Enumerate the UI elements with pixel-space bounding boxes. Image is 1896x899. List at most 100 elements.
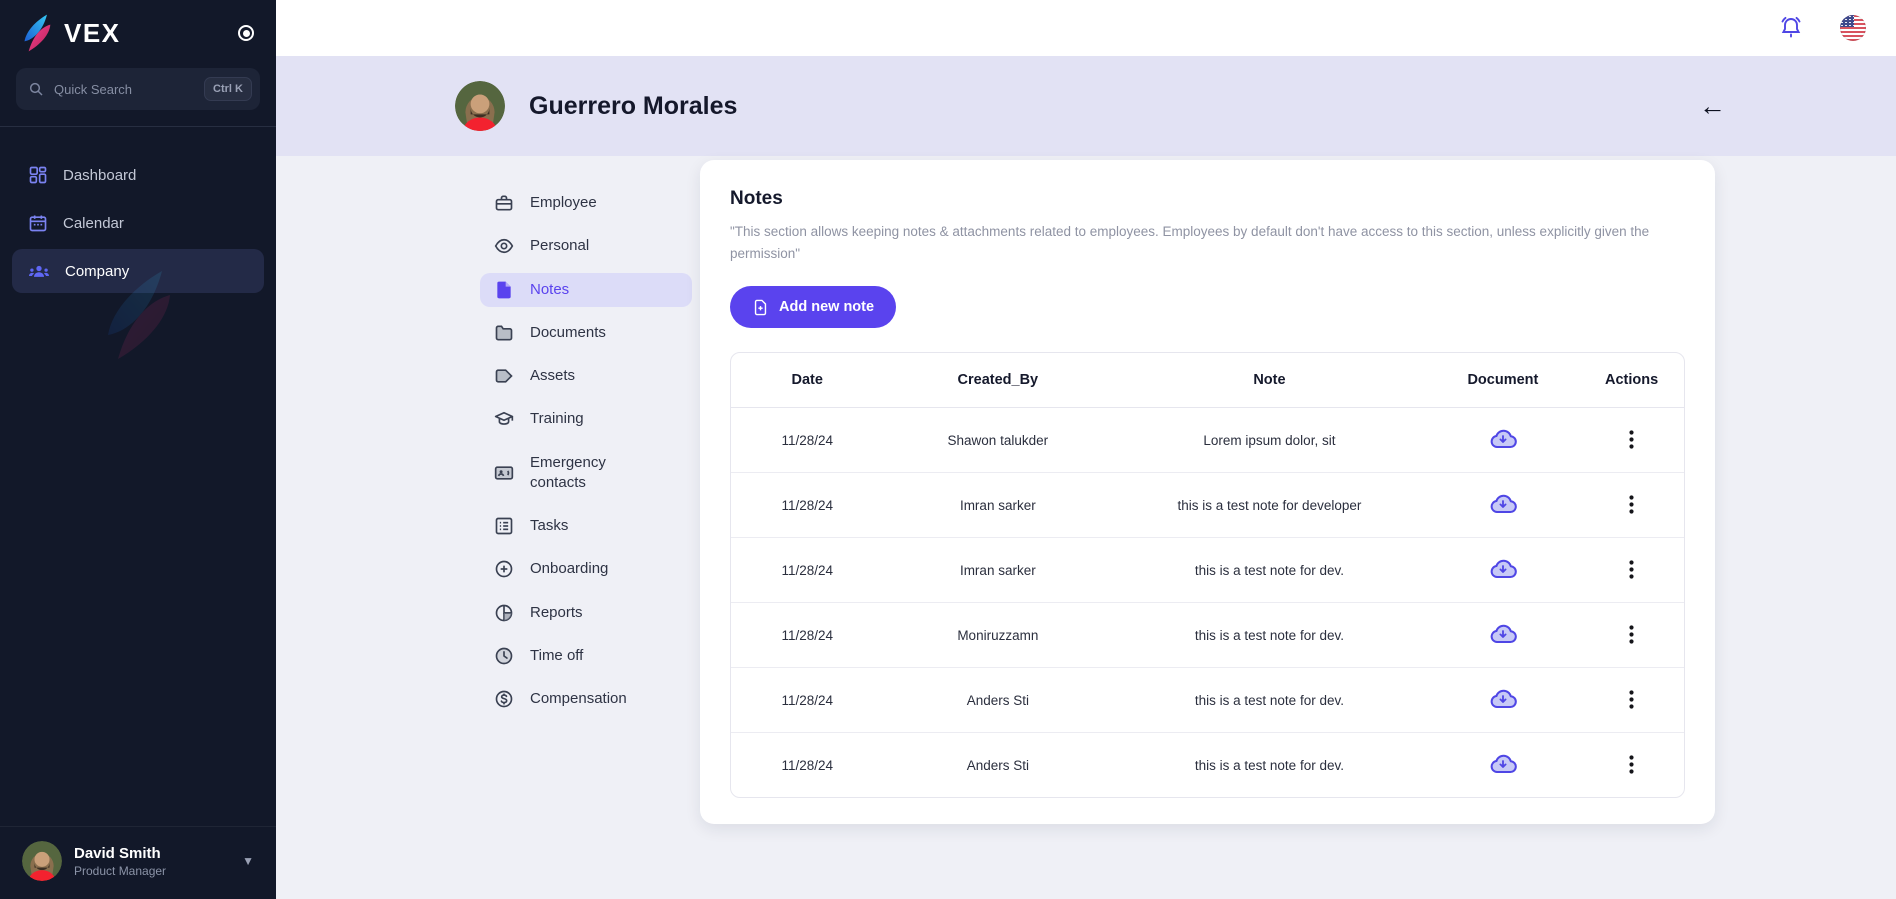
tab-label: Employee (530, 194, 597, 211)
language-flag-us-icon[interactable] (1840, 15, 1866, 41)
main-area: Guerrero Morales ← Employee Personal Not… (276, 0, 1896, 899)
tab-reports[interactable]: Reports (480, 596, 692, 630)
employee-avatar (455, 81, 505, 131)
row-actions-menu-icon[interactable] (1623, 623, 1640, 646)
dollar-circle-icon (494, 689, 514, 709)
graduation-cap-icon (494, 409, 514, 429)
row-actions-menu-icon[interactable] (1623, 688, 1640, 711)
briefcase-icon (494, 193, 514, 213)
download-document-icon[interactable] (1488, 427, 1518, 450)
sidebar-item-company[interactable]: Company (12, 249, 264, 293)
add-new-note-button[interactable]: Add new note (730, 286, 897, 329)
download-document-icon[interactable] (1488, 622, 1518, 645)
search-input[interactable] (54, 81, 195, 97)
notes-table: Date Created_By Note Document Actions 11… (730, 352, 1685, 799)
note-document-cell (1427, 733, 1579, 797)
note-actions-cell (1579, 603, 1684, 669)
note-text: this is a test note for dev. (1112, 538, 1427, 604)
table-row: 11/28/24 Imran sarker this is a test not… (731, 538, 1684, 604)
column-header-created-by: Created_By (883, 353, 1113, 409)
tab-training[interactable]: Training (480, 402, 692, 436)
notes-table-body: 11/28/24 Shawon talukder Lorem ipsum dol… (731, 408, 1684, 797)
note-actions-cell (1579, 668, 1684, 734)
tab-onboarding[interactable]: Onboarding (480, 552, 692, 586)
sidebar: VEX Ctrl K Dashboard (0, 0, 276, 899)
chevron-down-icon[interactable]: ▼ (242, 854, 254, 868)
sidebar-nav: Dashboard Calendar Company (12, 153, 264, 293)
sidebar-item-calendar[interactable]: Calendar (12, 201, 264, 245)
notification-bell-icon[interactable] (1778, 15, 1804, 41)
calendar-icon (28, 213, 48, 233)
notes-title: Notes (730, 188, 783, 209)
sidebar-item-dashboard[interactable]: Dashboard (12, 153, 264, 197)
quick-search[interactable]: Ctrl K (16, 68, 260, 110)
content: Employee Personal Notes Documents Assets… (276, 156, 1896, 899)
note-created-by: Imran sarker (883, 538, 1113, 604)
note-date: 11/28/24 (731, 668, 884, 734)
tab-label: Documents (530, 323, 606, 341)
employee-header: Guerrero Morales ← (276, 56, 1896, 156)
table-row: 11/28/24 Shawon talukder Lorem ipsum dol… (731, 408, 1684, 474)
back-arrow-icon[interactable]: ← (1699, 92, 1726, 120)
page-title: Guerrero Morales (529, 91, 738, 120)
note-document-cell (1426, 538, 1580, 604)
note-date: 11/28/24 (781, 757, 834, 773)
tab-tasks[interactable]: Tasks (480, 509, 692, 543)
dashboard-grid-icon (28, 165, 48, 185)
download-document-icon[interactable] (1488, 752, 1518, 775)
note-created-by: Anders Sti (883, 668, 1113, 734)
note-actions-cell (1579, 538, 1684, 604)
notes-card: Notes "This section allows keeping notes… (700, 160, 1715, 825)
sidebar-item-label: Dashboard (63, 166, 137, 184)
vex-logo-icon (22, 14, 52, 52)
file-plus-icon (752, 299, 769, 316)
column-header-actions: Actions (1579, 353, 1684, 409)
sidebar-item-label: Calendar (63, 214, 124, 232)
row-actions-menu-icon[interactable] (1623, 558, 1640, 581)
company-people-icon (28, 261, 50, 281)
eye-icon (494, 236, 514, 256)
sidebar-collapse-toggle-icon[interactable] (238, 25, 254, 41)
sidebar-divider (0, 126, 276, 127)
note-date: 11/28/24 (731, 538, 884, 604)
notes-table-head: Date Created_By Note Document Actions (731, 353, 1684, 409)
tab-documents[interactable]: Documents (480, 316, 692, 350)
tab-label: Tasks (530, 517, 569, 534)
note-date: 11/28/24 (731, 408, 884, 474)
tab-employee[interactable]: Employee (480, 186, 692, 220)
download-document-icon[interactable] (1488, 687, 1518, 710)
row-actions-menu-icon[interactable] (1623, 428, 1640, 451)
avatar (22, 841, 62, 881)
table-row: 11/28/24 Anders Sti this is a test note … (731, 733, 1684, 797)
note-date: 11/28/24 (731, 473, 884, 539)
tab-label: Time off (530, 646, 584, 664)
tab-assets[interactable]: Assets (480, 359, 692, 393)
pie-chart-icon (494, 603, 514, 623)
sidebar-item-label: Company (65, 262, 130, 280)
tab-label: Assets (530, 367, 576, 384)
tab-emergency-contacts[interactable]: Emergency contacts (480, 446, 692, 501)
tab-personal[interactable]: Personal (480, 229, 692, 263)
current-user-menu[interactable]: David Smith Product Manager ▼ (0, 826, 276, 899)
plus-circle-icon (494, 559, 514, 579)
row-actions-menu-icon[interactable] (1623, 753, 1640, 776)
tab-label: Training (530, 410, 584, 428)
row-actions-menu-icon[interactable] (1623, 493, 1640, 516)
profile-menu: Employee Personal Notes Documents Assets… (480, 186, 692, 716)
download-document-icon[interactable] (1488, 557, 1518, 580)
tab-label: Onboarding (530, 560, 609, 578)
note-created-by: Moniruzzamn (883, 603, 1113, 669)
tab-label: Emergency contacts (530, 453, 606, 491)
tab-compensation[interactable]: Compensation (480, 682, 692, 716)
tab-notes[interactable]: Notes (480, 272, 692, 307)
note-document-cell (1426, 408, 1580, 474)
shortcut-badge: Ctrl K (204, 77, 252, 101)
note-document-cell (1426, 668, 1580, 734)
note-created-by: Shawon talukder (883, 408, 1113, 474)
note-document-cell (1426, 603, 1580, 669)
user-role: Product Manager (74, 863, 167, 878)
download-document-icon[interactable] (1488, 492, 1518, 515)
tab-time-off[interactable]: Time off (480, 639, 692, 673)
logo-row: VEX (0, 0, 276, 62)
task-list-icon (494, 516, 514, 536)
